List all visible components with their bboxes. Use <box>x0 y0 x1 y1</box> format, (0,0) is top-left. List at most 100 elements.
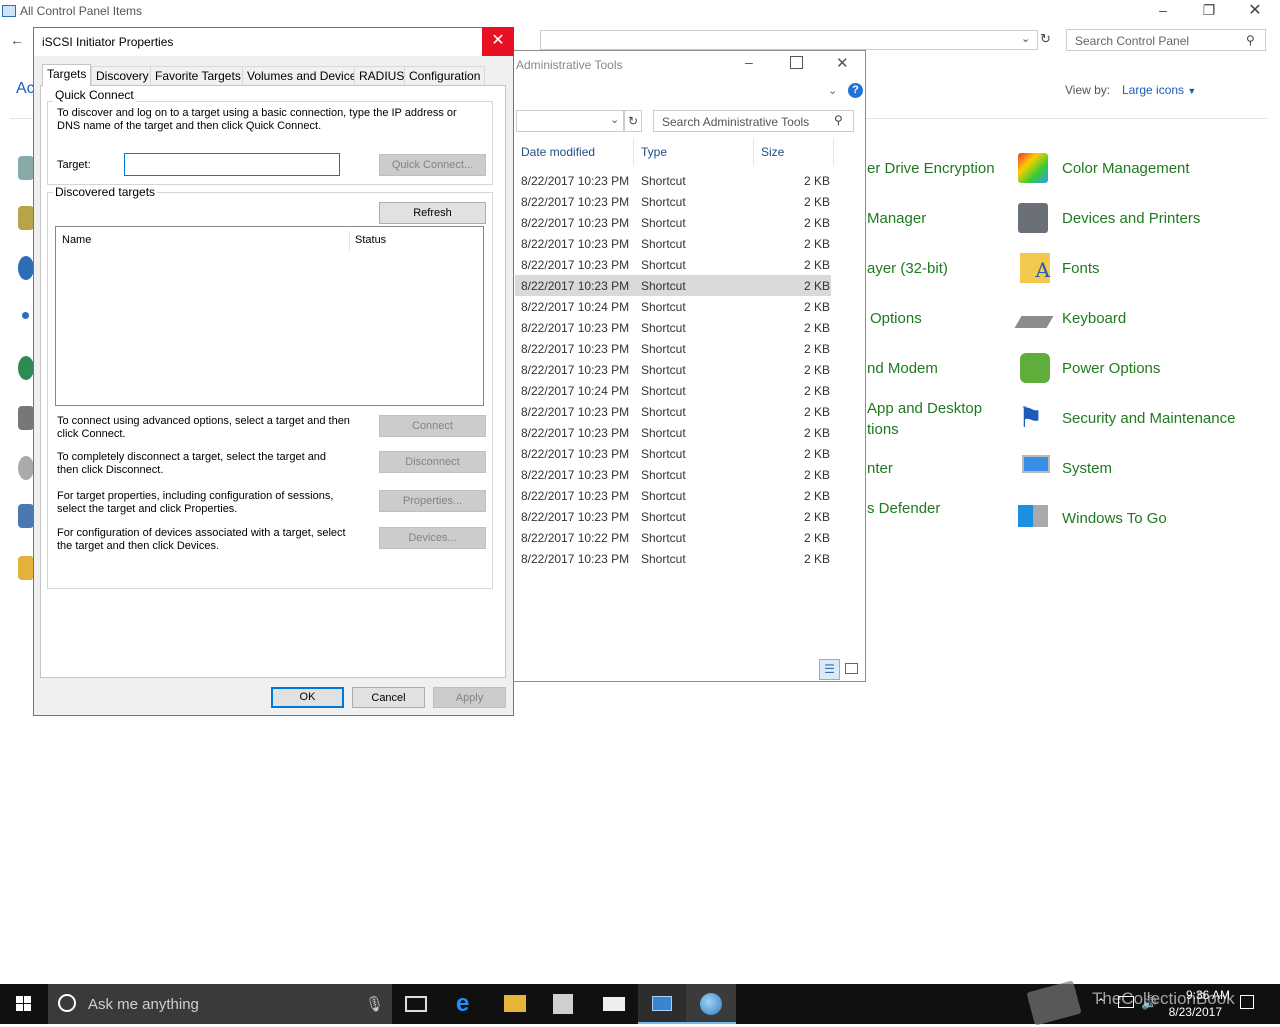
tab-targets[interactable]: Targets <box>42 64 92 86</box>
cancel-button[interactable]: Cancel <box>352 687 425 708</box>
row-date: 8/22/2017 10:23 PM <box>521 426 630 440</box>
partial-item-icon[interactable] <box>18 206 34 230</box>
connect-button[interactable]: Connect <box>379 415 486 437</box>
apply-button[interactable]: Apply <box>433 687 506 708</box>
cp-item-windows-to-go[interactable]: Windows To Go <box>1062 510 1167 527</box>
partial-item-icon[interactable] <box>22 312 29 319</box>
refresh-icon[interactable]: ↻ <box>624 110 642 132</box>
cp-item-partial[interactable]: App and Desktop <box>867 400 982 417</box>
row-date: 8/22/2017 10:23 PM <box>521 363 630 377</box>
cp-item-system[interactable]: System <box>1062 460 1112 477</box>
partial-item-icon[interactable] <box>18 456 34 480</box>
row-size: 2 KB <box>804 321 831 335</box>
search-icon[interactable]: ⚲ <box>1246 33 1255 47</box>
address-dropdown-icon[interactable]: ⌄ <box>1021 32 1030 45</box>
file-explorer-icon[interactable] <box>504 995 526 1012</box>
action-center-icon[interactable] <box>1240 995 1254 1009</box>
cp-item-partial[interactable]: nd Modem <box>867 360 938 377</box>
cp-item-partial[interactable]: er Drive Encryption <box>867 160 995 177</box>
search-icon[interactable]: ⚲ <box>834 113 843 127</box>
tab-discovery[interactable]: Discovery <box>91 66 154 85</box>
disconnect-description: To completely disconnect a target, selec… <box>57 451 327 476</box>
column-header-status[interactable]: Status <box>355 234 386 247</box>
row-size: 2 KB <box>804 552 831 566</box>
tab-favorite-targets[interactable]: Favorite Targets <box>150 66 246 85</box>
cp-item-partial[interactable]: s Defender <box>867 500 940 517</box>
target-label: Target: <box>57 159 91 171</box>
back-arrow-icon[interactable]: ← <box>10 32 24 48</box>
row-date: 8/22/2017 10:24 PM <box>521 384 630 398</box>
task-view-icon[interactable] <box>405 996 427 1012</box>
minimize-icon[interactable]: – <box>1148 2 1178 18</box>
cp-item-partial[interactable]: tions <box>867 421 899 438</box>
chevron-down-icon[interactable]: ⌄ <box>610 113 619 126</box>
column-header-type[interactable]: Type <box>641 145 667 159</box>
volume-icon[interactable]: 🔊 <box>1141 995 1157 1011</box>
control-panel-search-input[interactable]: Search Control Panel <box>1066 29 1266 51</box>
quick-connect-button[interactable]: Quick Connect... <box>379 154 486 176</box>
column-divider <box>349 231 350 251</box>
partial-item-icon[interactable] <box>18 156 34 180</box>
large-icons-view-icon[interactable] <box>845 663 858 674</box>
row-type: Shortcut <box>641 489 686 503</box>
taskbar-date[interactable]: 8/23/2017 <box>1160 1005 1222 1019</box>
refresh-icon[interactable]: ↻ <box>1040 31 1051 47</box>
start-button[interactable] <box>0 984 48 1024</box>
row-type: Shortcut <box>641 552 686 566</box>
close-icon[interactable]: ✕ <box>836 54 849 72</box>
microphone-icon[interactable]: 🎙 <box>365 995 384 1013</box>
cp-item-keyboard[interactable]: Keyboard <box>1062 310 1126 327</box>
restore-icon[interactable]: ❐ <box>1194 2 1224 19</box>
partial-item-icon[interactable] <box>18 504 34 528</box>
column-header-date[interactable]: Date modified <box>521 145 595 159</box>
devices-button[interactable]: Devices... <box>379 527 486 549</box>
row-date: 8/22/2017 10:24 PM <box>521 300 630 314</box>
maximize-icon[interactable] <box>790 56 803 69</box>
chevron-down-icon[interactable]: ⌄ <box>828 84 837 97</box>
cp-item-partial[interactable]: Options <box>870 310 922 327</box>
view-by-dropdown[interactable]: Large icons ▼ <box>1122 83 1196 97</box>
cp-item-security-maintenance[interactable]: Security and Maintenance <box>1062 410 1235 427</box>
column-header-name[interactable]: Name <box>62 234 91 247</box>
at-address-bar[interactable] <box>516 110 624 132</box>
tab-configuration[interactable]: Configuration <box>404 66 486 85</box>
address-bar[interactable] <box>540 30 1038 50</box>
at-search-input[interactable]: Search Administrative Tools <box>653 110 854 132</box>
partial-item-icon[interactable] <box>18 356 34 380</box>
cp-item-color-management[interactable]: Color Management <box>1062 160 1190 177</box>
cp-item-partial[interactable]: nter <box>867 460 893 477</box>
partial-item-icon[interactable] <box>18 406 34 430</box>
partial-item-icon[interactable] <box>18 256 34 280</box>
show-hidden-icons-icon[interactable]: ⌃ <box>1096 996 1106 1010</box>
row-type: Shortcut <box>641 468 686 482</box>
target-input[interactable] <box>124 153 340 176</box>
edge-icon[interactable]: e <box>456 990 469 1018</box>
cp-item-partial[interactable]: Manager <box>867 210 926 227</box>
disconnect-button[interactable]: Disconnect <box>379 451 486 473</box>
dialog-close-button[interactable]: ✕ <box>482 27 514 56</box>
network-icon[interactable] <box>1118 996 1134 1008</box>
partial-item-icon[interactable] <box>18 556 34 580</box>
mail-icon[interactable] <box>603 997 625 1011</box>
tab-radius[interactable]: RADIUS <box>354 66 410 85</box>
cp-item-power-options[interactable]: Power Options <box>1062 360 1160 377</box>
connect-description: To connect using advanced options, selec… <box>57 415 350 440</box>
tab-volumes-devices[interactable]: Volumes and Devices <box>242 66 368 85</box>
cp-item-partial[interactable]: ayer (32-bit) <box>867 260 948 277</box>
row-date: 8/22/2017 10:23 PM <box>521 279 630 293</box>
refresh-button[interactable]: Refresh <box>379 202 486 224</box>
store-icon[interactable] <box>553 994 573 1014</box>
minimize-icon[interactable]: – <box>745 54 753 70</box>
help-icon[interactable]: ? <box>848 83 863 98</box>
system-icon <box>1022 455 1050 473</box>
cp-item-devices-printers[interactable]: Devices and Printers <box>1062 210 1200 227</box>
properties-button[interactable]: Properties... <box>379 490 486 512</box>
ok-button[interactable]: OK <box>271 687 344 708</box>
column-header-size[interactable]: Size <box>761 145 784 159</box>
discovered-targets-list[interactable] <box>55 226 484 406</box>
close-icon[interactable]: ✕ <box>1240 0 1270 20</box>
details-view-icon[interactable]: ☰ <box>819 659 840 680</box>
fonts-icon: A <box>1020 253 1050 283</box>
row-type: Shortcut <box>641 384 686 398</box>
taskbar-time[interactable]: 9:36 AM <box>1160 988 1230 1002</box>
